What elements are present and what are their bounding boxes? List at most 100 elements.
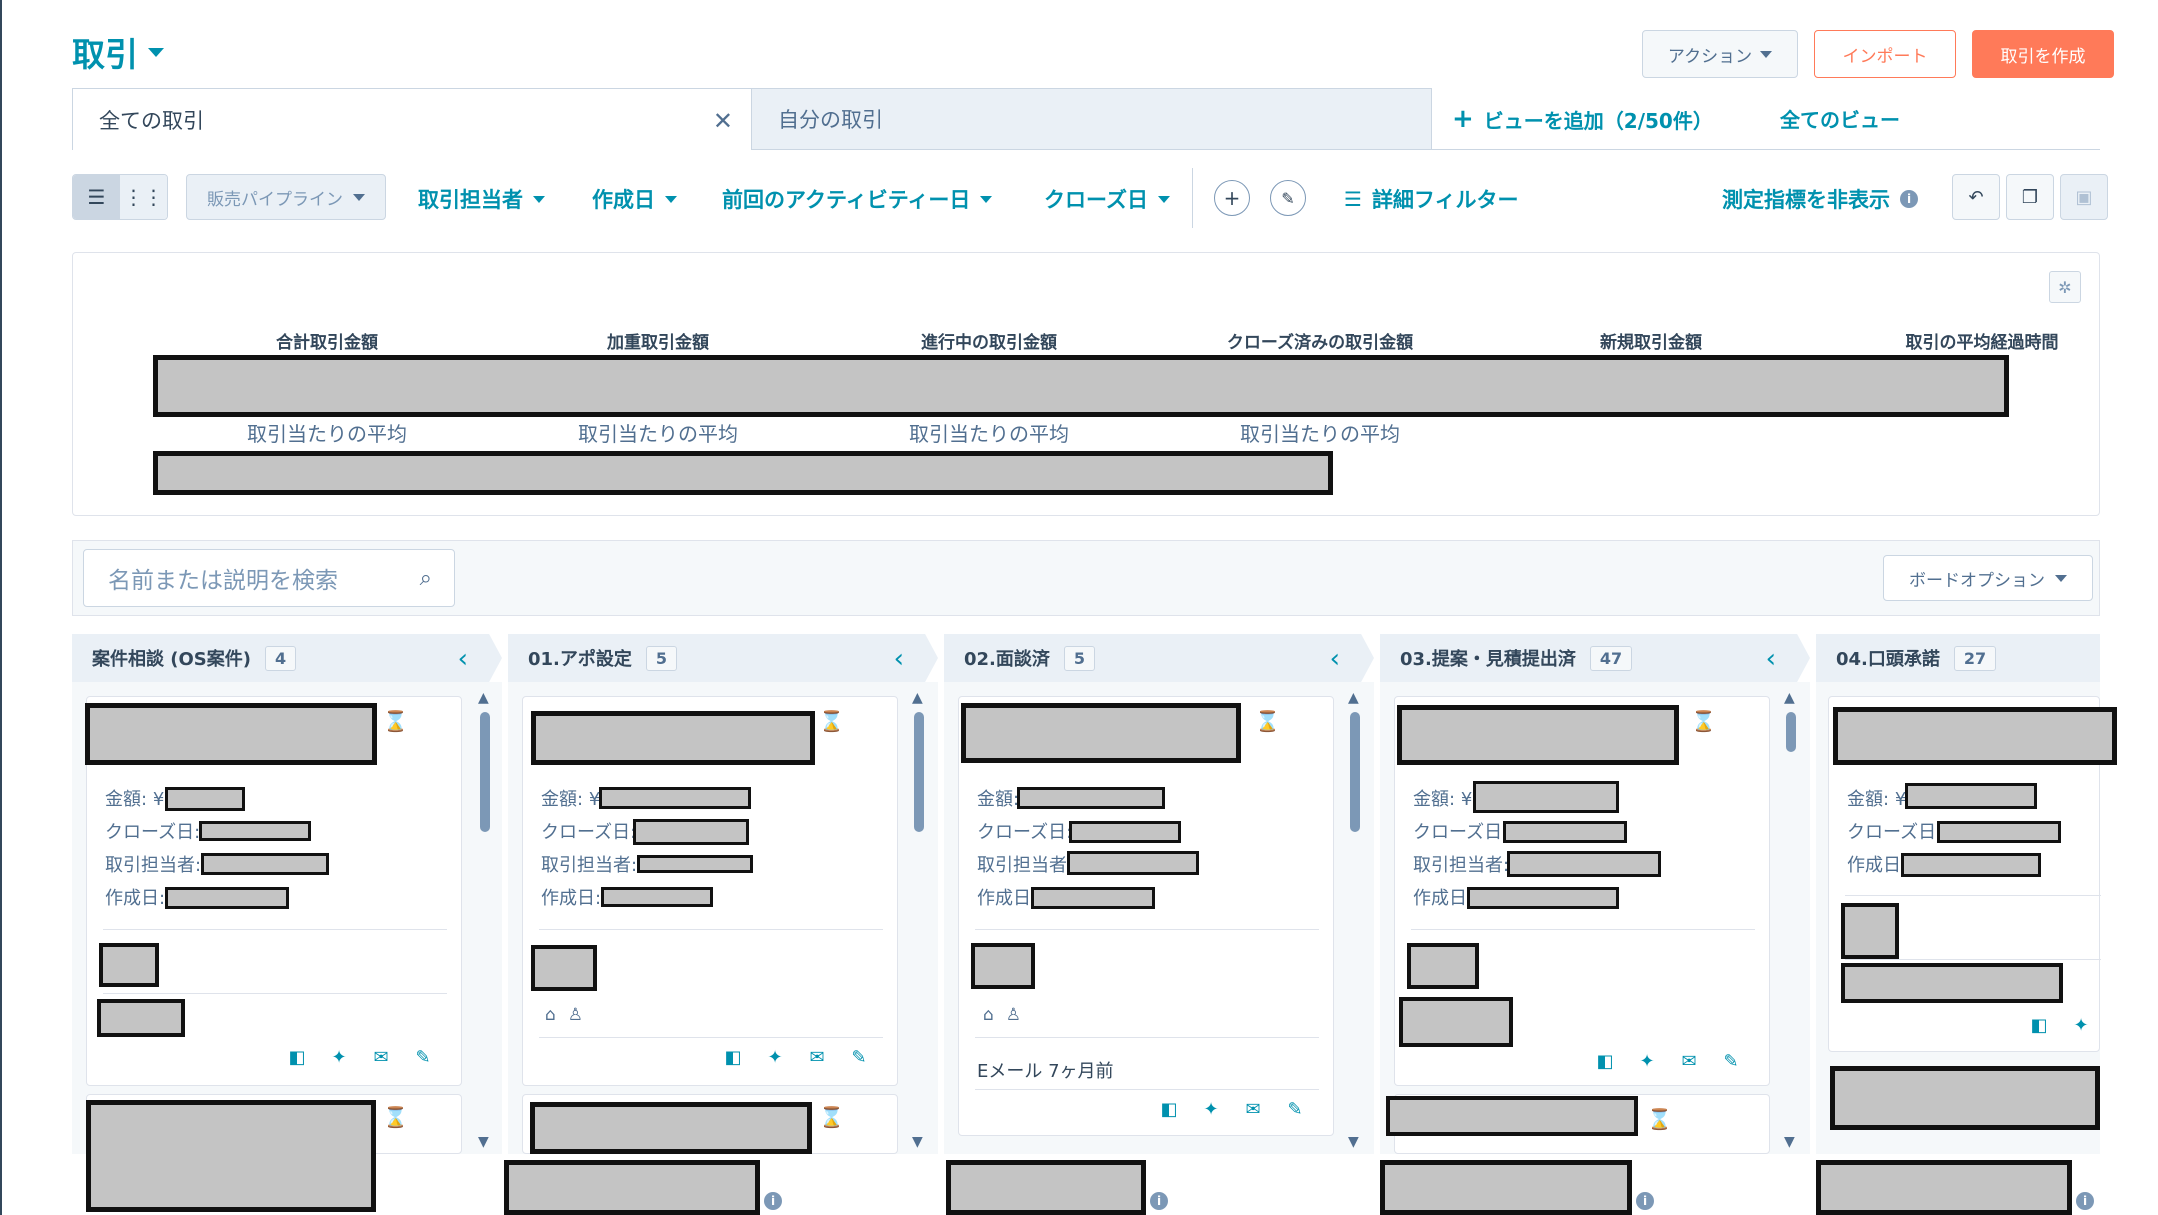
column-scrollbar[interactable]: ▲ ▼: [1348, 690, 1362, 1150]
column-header[interactable]: 案件相談 (OS案件) 4 ‹: [72, 634, 502, 682]
deal-card[interactable]: 金額: ¥ クローズ日: 作成日: ◧ ✦: [1828, 696, 2117, 1052]
column-scrollbar[interactable]: ▲ ▼: [1784, 690, 1798, 1150]
column-scrollbar[interactable]: ▲ ▼: [478, 690, 492, 1150]
board-toolbar: 名前または説明を検索 ⌕ ボードオプション: [72, 540, 2100, 616]
card-divider: [975, 1089, 1319, 1090]
sparkle-icon[interactable]: ✦: [329, 1047, 349, 1068]
board-view-icon[interactable]: ⋮⋮: [120, 175, 167, 219]
redacted-deal-name: [1830, 1066, 2100, 1130]
column-header[interactable]: 04.口頭承諾 27: [1816, 634, 2100, 682]
email-icon[interactable]: ✉: [807, 1047, 827, 1068]
redacted-close-date: [1503, 821, 1627, 843]
contact-icon: ♙: [1005, 1005, 1022, 1025]
email-icon[interactable]: ✉: [1679, 1051, 1699, 1072]
preview-icon[interactable]: ◧: [287, 1047, 307, 1068]
import-button[interactable]: インポート: [1814, 30, 1956, 78]
column-header[interactable]: 03.提案・見積提出済 47 ‹: [1380, 634, 1810, 682]
advanced-filters-label: 詳細フィルター: [1371, 188, 1519, 212]
advanced-filters-button[interactable]: ☰ 詳細フィルター: [1344, 184, 1519, 214]
gear-icon[interactable]: ✲: [2049, 271, 2081, 303]
preview-icon[interactable]: ◧: [1595, 1051, 1615, 1072]
sparkle-icon[interactable]: ✦: [2071, 1015, 2091, 1036]
undo-button[interactable]: ↶: [1952, 174, 2000, 220]
preview-icon[interactable]: ◧: [1159, 1099, 1179, 1120]
column-name: 02.面談済: [964, 649, 1050, 670]
edit-icon[interactable]: ✎: [413, 1047, 433, 1068]
column-count: 4: [265, 645, 297, 671]
hide-metrics-button[interactable]: 測定指標を非表示 i: [1722, 184, 1918, 214]
edit-icon[interactable]: ✎: [849, 1047, 869, 1068]
add-filter-button[interactable]: +: [1214, 180, 1250, 216]
last-activity-filter[interactable]: 前回のアクティビティー日: [722, 184, 993, 214]
save-view-button[interactable]: ▣: [2060, 174, 2108, 220]
created-label: 作成日:: [105, 888, 166, 909]
board-options-label: ボードオプション: [1909, 570, 2045, 591]
actions-button[interactable]: アクション: [1642, 30, 1798, 78]
redacted-metric-averages: [153, 451, 1333, 495]
column-header[interactable]: 02.面談済 5 ‹: [944, 634, 1374, 682]
page-title: 取引: [72, 35, 138, 74]
close-icon[interactable]: ✕: [713, 107, 733, 135]
info-icon[interactable]: i: [1636, 1192, 1654, 1210]
owner-filter-label: 取引担当者: [418, 188, 523, 212]
created-filter[interactable]: 作成日: [592, 184, 677, 214]
currency-symbol: ¥: [152, 789, 165, 810]
redacted-association: [1841, 903, 1899, 959]
edit-filters-button[interactable]: ✎: [1270, 180, 1306, 216]
close-date-filter[interactable]: クローズ日: [1044, 184, 1170, 214]
chevron-left-icon[interactable]: ‹: [894, 644, 904, 674]
chevron-left-icon[interactable]: ‹: [1766, 644, 1776, 674]
redacted-deal-name: [530, 1102, 812, 1154]
edit-icon[interactable]: ✎: [1285, 1099, 1305, 1120]
card-divider: [1845, 895, 2101, 896]
plus-icon: +: [1223, 186, 1241, 210]
plus-icon: +: [1452, 104, 1474, 134]
deal-card[interactable]: ⌛ 金額: クローズ日: 取引担当者: 作成日: ⌂ ♙ Eメール 7ヶ月前 ◧…: [958, 696, 1334, 1136]
sparkle-icon[interactable]: ✦: [765, 1047, 785, 1068]
column-header[interactable]: 01.アポ設定 5 ‹: [508, 634, 938, 682]
deal-card[interactable]: ⌛ 金額: ¥ クローズ日: 取引担当者: 作成日: ◧ ✦ ✉ ✎: [1394, 696, 1770, 1086]
preview-icon[interactable]: ◧: [2029, 1015, 2049, 1036]
edit-icon[interactable]: ✎: [1721, 1051, 1741, 1072]
pipeline-select[interactable]: 販売パイプライン: [186, 174, 386, 220]
create-deal-button[interactable]: 取引を作成: [1972, 30, 2114, 78]
amount-label: 金額:: [977, 789, 1020, 810]
metric-label: 加重取引金額: [607, 333, 709, 353]
owner-label: 取引担当者:: [1413, 855, 1510, 876]
search-input[interactable]: 名前または説明を検索 ⌕: [83, 549, 455, 607]
card-divider: [539, 929, 883, 930]
close-date-label: クローズ日:: [1847, 822, 1943, 843]
owner-filter[interactable]: 取引担当者: [418, 184, 545, 214]
caret-down-icon: [148, 47, 164, 57]
info-icon[interactable]: i: [764, 1192, 782, 1210]
redacted-association: [531, 945, 597, 991]
chevron-left-icon[interactable]: ‹: [1330, 644, 1340, 674]
add-view-link[interactable]: + ビューを追加（2/50件）: [1452, 104, 1713, 134]
all-views-link[interactable]: 全てのビュー: [1780, 104, 1900, 133]
redacted-created: [1467, 887, 1619, 909]
card-actions: ◧ ✦ ✉ ✎: [1159, 1099, 1305, 1120]
deal-card[interactable]: ⌛ 金額: ¥ クローズ日: 取引担当者: 作成日: ◧ ✦ ✉ ✎: [85, 696, 462, 1086]
column-name: 01.アポ設定: [528, 649, 632, 670]
column-scrollbar[interactable]: ▲ ▼: [912, 690, 926, 1150]
list-view-icon[interactable]: ☰: [73, 175, 120, 219]
sparkle-icon[interactable]: ✦: [1637, 1051, 1657, 1072]
tab-all-deals[interactable]: 全ての取引 ✕: [72, 88, 752, 150]
redacted-deal-name: [86, 1100, 376, 1212]
info-icon[interactable]: i: [2076, 1192, 2094, 1210]
email-icon[interactable]: ✉: [371, 1047, 391, 1068]
preview-icon[interactable]: ◧: [723, 1047, 743, 1068]
redacted-created: [601, 887, 713, 907]
board-options-button[interactable]: ボードオプション: [1883, 555, 2093, 601]
column-name: 案件相談 (OS案件): [92, 649, 251, 670]
info-icon[interactable]: i: [1150, 1192, 1168, 1210]
page-title-dropdown[interactable]: 取引: [72, 28, 164, 76]
tab-all-deals-label: 全ての取引: [99, 108, 204, 133]
search-icon[interactable]: ⌕: [420, 566, 432, 591]
tab-my-deals[interactable]: 自分の取引: [752, 88, 1432, 150]
sparkle-icon[interactable]: ✦: [1201, 1099, 1221, 1120]
copy-button[interactable]: ❐: [2006, 174, 2054, 220]
chevron-left-icon[interactable]: ‹: [458, 644, 468, 674]
deal-card[interactable]: ⌛ 金額: ¥ クローズ日: 取引担当者: 作成日: ⌂ ♙ ◧ ✦ ✉ ✎: [522, 696, 898, 1086]
email-icon[interactable]: ✉: [1243, 1099, 1263, 1120]
